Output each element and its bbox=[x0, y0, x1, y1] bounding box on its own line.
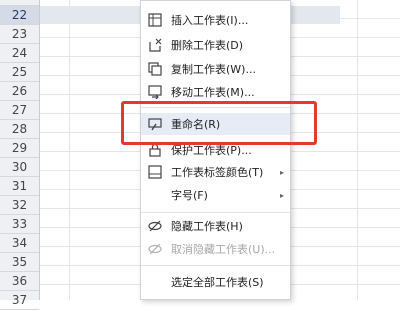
row-number[interactable]: 22 bbox=[0, 6, 39, 25]
insert-sheet-icon bbox=[147, 12, 163, 28]
menu-item-select-all-sheets[interactable]: 选定全部工作表(S) bbox=[141, 271, 290, 293]
row-number[interactable]: 25 bbox=[0, 63, 39, 82]
menu-item-label: 删除工作表(D) bbox=[171, 39, 244, 52]
menu-item-tab-color[interactable]: 工作表标签颜色(T) ▸ bbox=[141, 161, 290, 183]
unhide-sheet-icon bbox=[147, 241, 163, 257]
row-header: 21 22 23 24 25 26 27 28 29 30 31 32 33 3… bbox=[0, 0, 40, 310]
hide-sheet-icon bbox=[147, 218, 163, 234]
sheet-context-menu: 插入工作表(I)... 删除工作表(D) 复制工作表(W)... 移动工作表(M… bbox=[140, 0, 291, 300]
row-number[interactable]: 26 bbox=[0, 82, 39, 101]
row-number[interactable]: 37 bbox=[0, 291, 39, 310]
submenu-arrow-icon: ▸ bbox=[279, 167, 284, 177]
menu-item-label: 工作表标签颜色(T) bbox=[171, 166, 264, 179]
menu-item-label: 隐藏工作表(H) bbox=[171, 220, 243, 233]
row-number[interactable]: 28 bbox=[0, 120, 39, 139]
row-number[interactable]: 32 bbox=[0, 196, 39, 215]
menu-item-font-size[interactable]: 字号(F) ▸ bbox=[141, 184, 290, 206]
annotation-highlight-box bbox=[121, 101, 317, 145]
menu-item-label: 插入工作表(I)... bbox=[171, 14, 249, 27]
row-number[interactable]: 33 bbox=[0, 215, 39, 234]
row-number[interactable]: 23 bbox=[0, 25, 39, 44]
menu-item-label: 取消隐藏工作表(U)... bbox=[171, 243, 276, 256]
row-number[interactable]: 34 bbox=[0, 234, 39, 253]
row-number[interactable]: 24 bbox=[0, 44, 39, 63]
row-number[interactable]: 29 bbox=[0, 139, 39, 158]
delete-sheet-icon bbox=[147, 37, 163, 53]
menu-item-copy-sheet[interactable]: 复制工作表(W)... bbox=[141, 58, 290, 80]
menu-item-label: 移动工作表(M)... bbox=[171, 86, 255, 99]
copy-sheet-icon bbox=[147, 61, 163, 77]
menu-item-delete-sheet[interactable]: 删除工作表(D) bbox=[141, 34, 290, 56]
menu-item-move-sheet[interactable]: 移动工作表(M)... bbox=[141, 81, 290, 103]
menu-item-unhide-sheet: 取消隐藏工作表(U)... bbox=[141, 238, 290, 260]
submenu-arrow-icon: ▸ bbox=[279, 190, 284, 200]
move-sheet-icon bbox=[147, 84, 163, 100]
row-number[interactable]: 31 bbox=[0, 177, 39, 196]
menu-separator bbox=[141, 265, 290, 266]
row-number[interactable]: 27 bbox=[0, 101, 39, 120]
menu-item-label: 选定全部工作表(S) bbox=[171, 276, 264, 289]
menu-item-hide-sheet[interactable]: 隐藏工作表(H) bbox=[141, 215, 290, 237]
row-number[interactable]: 35 bbox=[0, 253, 39, 272]
row-number[interactable]: 30 bbox=[0, 158, 39, 177]
menu-separator bbox=[141, 212, 290, 213]
menu-item-label: 字号(F) bbox=[171, 189, 208, 202]
menu-item-label: 复制工作表(W)... bbox=[171, 63, 256, 76]
tab-color-icon bbox=[147, 164, 163, 180]
row-number[interactable]: 36 bbox=[0, 272, 39, 291]
menu-item-insert-sheet[interactable]: 插入工作表(I)... bbox=[141, 9, 290, 31]
